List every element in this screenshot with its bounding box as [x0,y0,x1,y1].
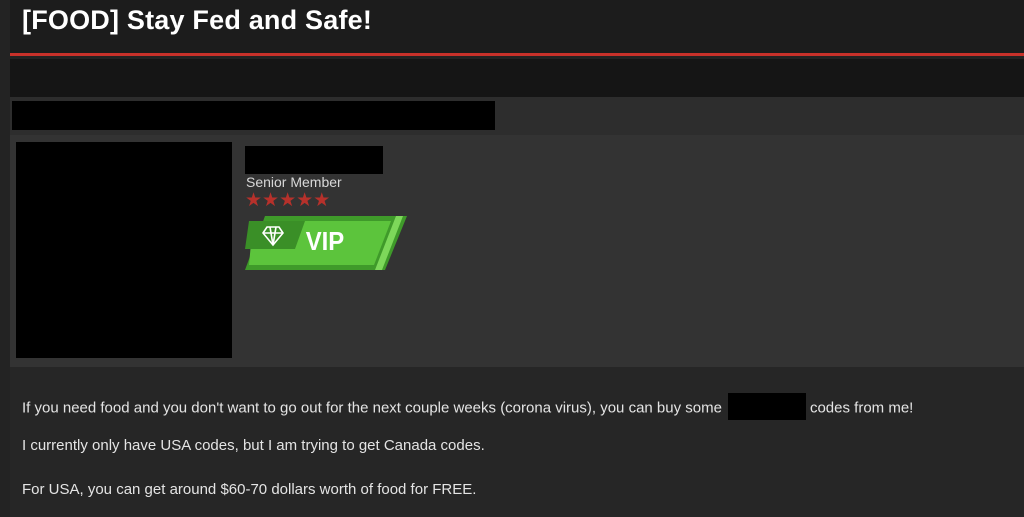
post-body: If you need food and you don't want to g… [10,367,1024,517]
rank-stars: ★ ★ ★ ★ ★ [245,190,330,210]
vip-badge: VIP [245,216,407,270]
post-line-1-end: codes from me! [809,399,914,417]
redacted-brand-name [727,393,806,420]
user-rank: Senior Member [246,174,342,190]
star-icon: ★ [262,189,280,211]
vip-badge-label: VIP [306,227,345,256]
header-band [10,59,1024,97]
post-author-panel: Senior Member ★ ★ ★ ★ ★ VIP [10,135,1024,367]
forum-thread-page: [FOOD] Stay Fed and Safe! Senior Member … [0,0,1024,517]
redacted-username[interactable] [245,146,383,174]
post-line-1: If you need food and you don't want to g… [22,393,914,422]
star-icon: ★ [296,189,314,211]
star-icon: ★ [245,189,263,211]
redacted-post-info [12,101,495,130]
star-icon: ★ [279,189,297,211]
thread-header: [FOOD] Stay Fed and Safe! [10,0,1024,56]
avatar[interactable] [16,142,232,358]
star-icon: ★ [313,189,331,211]
post-line-2: I currently only have USA codes, but I a… [22,437,485,454]
post-line-3: For USA, you can get around $60-70 dolla… [22,481,477,498]
post-line-1-start: If you need food and you don't want to g… [22,399,722,417]
post-info-strip [10,97,1024,135]
thread-title: [FOOD] Stay Fed and Safe! [22,5,373,35]
